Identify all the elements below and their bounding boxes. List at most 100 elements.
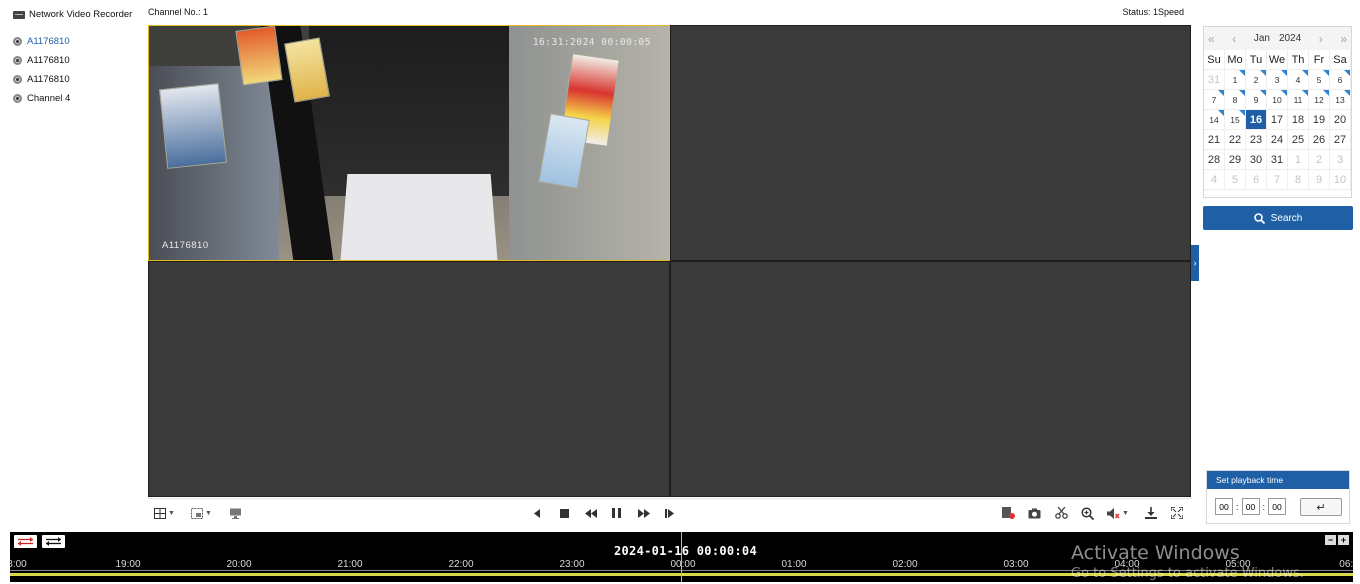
calendar-day[interactable]: 5 [1309,70,1330,90]
tree-channel-4[interactable]: Channel 4 [13,89,70,108]
calendar-day[interactable]: 13 [1330,90,1351,110]
calendar-day[interactable]: 10 [1330,170,1351,190]
calendar-day[interactable]: 20 [1330,110,1351,130]
collapse-panel-button[interactable]: › [1191,245,1199,281]
calendar-day[interactable]: 14 [1204,110,1225,130]
tree-channel-3[interactable]: A1176810 [13,70,70,89]
timeline-tick: 22:00 [448,559,474,570]
calendar-day[interactable]: 6 [1246,170,1267,190]
calendar-day[interactable]: 7 [1204,90,1225,110]
calendar-day[interactable]: 15 [1225,110,1246,130]
playback-time-panel: Set playback time : : ↵ [1206,470,1350,524]
timeline-cursor[interactable] [681,532,682,582]
rewind-frame-icon[interactable] [533,505,541,521]
weekday-label: Fr [1309,50,1330,70]
calendar-day[interactable]: 9 [1246,90,1267,110]
calendar-day[interactable]: 19 [1309,110,1330,130]
tree-root-nvr[interactable]: Network Video Recorder [13,9,132,20]
weekday-label: Sa [1330,50,1351,70]
next-month-icon[interactable]: › [1319,32,1323,46]
channel-number-label: Channel No.: 1 [148,7,209,17]
weekday-label: We [1267,50,1288,70]
zoom-icon[interactable] [1081,505,1094,521]
calendar-day[interactable]: 12 [1309,90,1330,110]
calendar-day[interactable]: 24 [1267,130,1288,150]
search-button[interactable]: Search [1203,206,1353,230]
go-button[interactable]: ↵ [1300,498,1342,516]
video-window-3[interactable] [148,261,670,497]
video-window-1[interactable]: 16:31:2024 00:00:05 A1176810 [148,25,670,261]
download-icon[interactable] [1145,505,1157,521]
calendar-day[interactable]: 27 [1330,130,1351,150]
calendar-day[interactable]: 4 [1204,170,1225,190]
layout-icon[interactable]: ▼ [154,505,175,521]
calendar-day[interactable]: 4 [1288,70,1309,90]
prev-year-icon[interactable]: « [1208,32,1215,46]
slow-icon[interactable] [585,505,597,521]
timeline-zoom-out-button[interactable]: − [1325,535,1336,545]
calendar-day[interactable]: 1 [1225,70,1246,90]
calendar-day[interactable]: 8 [1225,90,1246,110]
calendar-day[interactable]: 31 [1204,70,1225,90]
second-input[interactable] [1268,498,1287,515]
next-frame-icon[interactable] [665,505,675,521]
minute-input[interactable] [1241,498,1260,515]
camera-icon [13,75,22,84]
calendar-day[interactable]: 8 [1288,170,1309,190]
hour-input[interactable] [1215,498,1233,515]
pause-icon[interactable] [612,505,621,521]
video-window-2[interactable] [670,25,1191,261]
timeline-tick: 8:00 [10,559,27,570]
calendar-month[interactable]: Jan [1254,33,1270,44]
calendar-year[interactable]: 2024 [1279,33,1301,44]
calendar-day[interactable]: 5 [1225,170,1246,190]
activate-windows-hint: Go to Settings to activate Windows. [1071,566,1304,581]
calendar-day[interactable]: 17 [1267,110,1288,130]
fast-icon[interactable] [638,505,650,521]
timeline-zoom-in-button[interactable]: + [1338,535,1349,545]
calendar-day[interactable]: 6 [1330,70,1351,90]
calendar-day[interactable]: 3 [1330,150,1351,170]
calendar-day[interactable]: 18 [1288,110,1309,130]
next-year-icon[interactable]: » [1340,32,1347,46]
calendar-day[interactable]: 1 [1288,150,1309,170]
full-screen-monitor-icon[interactable] [229,505,242,521]
clip-record-icon[interactable] [1002,505,1015,521]
calendar-day[interactable]: 23 [1246,130,1267,150]
calendar-day[interactable]: 21 [1204,130,1225,150]
calendar-day[interactable]: 10 [1267,90,1288,110]
calendar-grid: Su Mo Tu We Th Fr Sa 31 1 2 3 4 5 6 7 8 9 10 11 12 13 14 15 16 1… [1204,50,1351,190]
calendar-day[interactable]: 3 [1267,70,1288,90]
volume-icon[interactable]: ▼ [1107,505,1129,521]
calendar-day[interactable]: 28 [1204,150,1225,170]
cut-icon[interactable] [1055,505,1068,521]
calendar-day-selected[interactable]: 16 [1246,110,1267,130]
timeline-tick: 23:00 [559,559,585,570]
timeline-red-marker-button[interactable] [14,535,37,548]
calendar-day[interactable]: 26 [1309,130,1330,150]
calendar-day[interactable]: 9 [1309,170,1330,190]
calendar-day[interactable]: 25 [1288,130,1309,150]
calendar-day[interactable]: 22 [1225,130,1246,150]
calendar-day[interactable]: 2 [1309,150,1330,170]
timeline-tick: 21:00 [337,559,363,570]
tree-channel-1[interactable]: A1176810 [13,32,70,51]
timeline-tick: 00:00 [670,559,696,570]
calendar-day[interactable]: 30 [1246,150,1267,170]
fullscreen-icon[interactable] [1171,505,1183,521]
calendar-day[interactable]: 11 [1288,90,1309,110]
calendar-day[interactable]: 2 [1246,70,1267,90]
snapshot-icon[interactable] [1028,505,1041,521]
select-window-icon[interactable]: ▼ [191,505,212,521]
video-window-4[interactable] [670,261,1191,497]
prev-month-icon[interactable]: ‹ [1232,32,1236,46]
calendar-day[interactable]: 7 [1267,170,1288,190]
calendar-day[interactable]: 31 [1267,150,1288,170]
timeline-adjust-button[interactable] [42,535,65,548]
tree-channel-2[interactable]: A1176810 [13,51,70,70]
timeline-tick: 19:00 [115,559,141,570]
calendar-day[interactable]: 29 [1225,150,1246,170]
osd-camera-name: A1176810 [162,240,209,251]
stop-icon[interactable] [560,505,569,521]
nvr-playback-app: Network Video Recorder A1176810 A1176810… [0,0,1360,584]
